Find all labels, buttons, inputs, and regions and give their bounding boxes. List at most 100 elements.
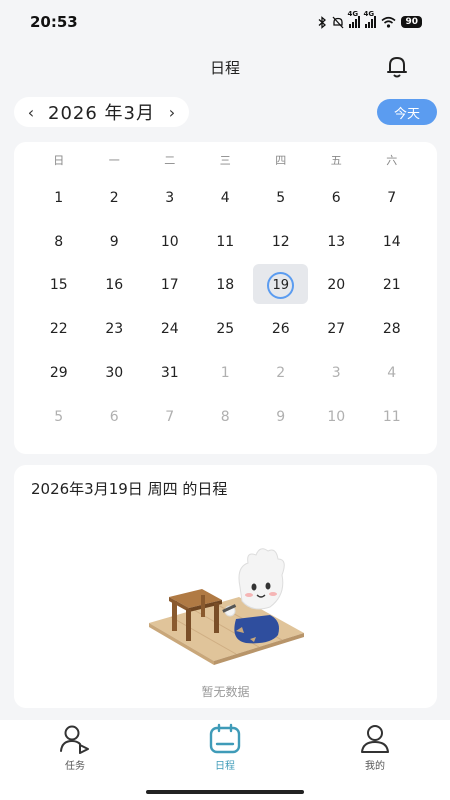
day-number: 6 bbox=[109, 408, 119, 425]
weekday-label: 六 bbox=[386, 154, 398, 167]
app-header: 日程 bbox=[0, 44, 450, 90]
day-number: 10 bbox=[160, 233, 179, 250]
tab-label: 日程 bbox=[215, 761, 235, 772]
today-button[interactable]: 今天 bbox=[377, 99, 437, 125]
calendar-day[interactable]: 9 bbox=[87, 220, 143, 264]
calendar-day[interactable]: 22 bbox=[31, 307, 87, 351]
calendar-day[interactable]: 3 bbox=[142, 176, 198, 220]
signal-icon: 4G bbox=[363, 10, 377, 28]
calendar-day[interactable]: 9 bbox=[253, 395, 309, 439]
day-number: 11 bbox=[216, 233, 235, 250]
calendar-day[interactable]: 2 bbox=[87, 176, 143, 220]
calendar-icon bbox=[209, 723, 241, 754]
calendar-day[interactable]: 25 bbox=[198, 307, 254, 351]
weekday-header: 日 一 二 三 四 五 六 bbox=[31, 152, 420, 168]
profile-icon bbox=[361, 725, 389, 753]
bell-icon[interactable] bbox=[384, 54, 410, 80]
schedule-card: 2026年3月19日 周四 的日程 暂无数据 bbox=[14, 465, 437, 708]
calendar-day[interactable]: 28 bbox=[364, 307, 420, 351]
calendar-day[interactable]: 5 bbox=[31, 395, 87, 439]
tab-mine[interactable]: 我的 bbox=[335, 720, 415, 772]
tab-tasks[interactable]: 任务 bbox=[35, 720, 115, 772]
day-number: 7 bbox=[387, 189, 397, 206]
day-number: 18 bbox=[216, 277, 235, 294]
day-number: 25 bbox=[216, 321, 235, 338]
day-number: 13 bbox=[327, 233, 346, 250]
empty-state-text: 暂无数据 bbox=[201, 685, 250, 699]
day-number: 10 bbox=[327, 408, 346, 425]
calendar-day[interactable]: 11 bbox=[364, 395, 420, 439]
calendar-day[interactable]: 20 bbox=[309, 264, 365, 308]
empty-state-illustration bbox=[149, 548, 304, 665]
calendar-day[interactable]: 5 bbox=[253, 176, 309, 220]
calendar-day[interactable]: 10 bbox=[309, 395, 365, 439]
calendar-day[interactable]: 11 bbox=[198, 220, 254, 264]
day-number: 16 bbox=[105, 277, 124, 294]
calendar-day[interactable]: 29 bbox=[31, 351, 87, 395]
calendar-day[interactable]: 13 bbox=[309, 220, 365, 264]
day-number: 12 bbox=[271, 233, 290, 250]
calendar-day[interactable]: 1 bbox=[31, 176, 87, 220]
calendar-day[interactable]: 4 bbox=[364, 351, 420, 395]
calendar-day[interactable]: 16 bbox=[87, 264, 143, 308]
bottom-tab-bar: 任务 日程 我的 bbox=[0, 720, 450, 800]
day-number: 19 bbox=[267, 271, 295, 299]
calendar-day[interactable]: 18 bbox=[198, 264, 254, 308]
calendar-day[interactable]: 2 bbox=[253, 351, 309, 395]
calendar-day[interactable]: 6 bbox=[309, 176, 365, 220]
user-flag-icon bbox=[60, 725, 89, 754]
day-number: 1 bbox=[220, 365, 230, 382]
calendar-day[interactable]: 7 bbox=[364, 176, 420, 220]
tab-label: 任务 bbox=[65, 761, 85, 772]
battery-icon: 90 bbox=[401, 16, 422, 28]
day-number: 11 bbox=[382, 408, 401, 425]
calendar-day-selected[interactable]: 19 bbox=[253, 263, 309, 308]
calendar-day[interactable]: 6 bbox=[87, 395, 143, 439]
tab-label: 我的 bbox=[365, 761, 385, 772]
calendar-day[interactable]: 7 bbox=[142, 395, 198, 439]
day-number: 22 bbox=[49, 321, 68, 338]
calendar-day[interactable]: 12 bbox=[253, 220, 309, 264]
page-title: 日程 bbox=[209, 58, 240, 77]
day-number: 24 bbox=[160, 321, 179, 338]
calendar-day[interactable]: 4 bbox=[198, 176, 254, 220]
calendar-day[interactable]: 8 bbox=[31, 220, 87, 264]
day-number: 2 bbox=[109, 189, 119, 206]
weekday-label: 二 bbox=[164, 154, 176, 167]
mute-bell-icon bbox=[332, 16, 344, 28]
prev-month-button[interactable]: ‹ bbox=[24, 103, 38, 122]
day-number: 8 bbox=[54, 233, 64, 250]
calendar-card: 日 一 二 三 四 五 六 1 2 3 4 5 6 7 8 9 10 11 12 13 14 15 16 17 1… bbox=[14, 142, 437, 454]
day-number: 9 bbox=[276, 408, 286, 425]
calendar-day[interactable]: 8 bbox=[198, 395, 254, 439]
calendar-day[interactable]: 24 bbox=[142, 307, 198, 351]
calendar-day[interactable]: 30 bbox=[87, 351, 143, 395]
calendar-day[interactable]: 15 bbox=[31, 264, 87, 308]
day-number: 3 bbox=[331, 365, 341, 382]
next-month-button[interactable]: › bbox=[165, 103, 179, 122]
day-number: 5 bbox=[276, 189, 286, 206]
calendar-day[interactable]: 10 bbox=[142, 220, 198, 264]
calendar-day[interactable]: 31 bbox=[142, 351, 198, 395]
calendar-day[interactable]: 1 bbox=[198, 351, 254, 395]
calendar-day[interactable]: 17 bbox=[142, 264, 198, 308]
calendar-day[interactable]: 23 bbox=[87, 307, 143, 351]
status-time: 20:53 bbox=[30, 13, 78, 31]
day-number: 17 bbox=[160, 277, 179, 294]
weekday-label: 三 bbox=[219, 154, 231, 167]
wifi-icon bbox=[381, 16, 396, 28]
day-number: 4 bbox=[220, 189, 230, 206]
status-bar: 20:53 4G 4G 90 bbox=[0, 0, 450, 44]
calendar-day[interactable]: 21 bbox=[364, 264, 420, 308]
calendar-day[interactable]: 14 bbox=[364, 220, 420, 264]
tab-schedule[interactable]: 日程 bbox=[185, 720, 265, 772]
calendar-day[interactable]: 27 bbox=[309, 307, 365, 351]
calendar-day[interactable]: 26 bbox=[253, 307, 309, 351]
day-number: 5 bbox=[54, 408, 64, 425]
day-number: 21 bbox=[382, 277, 401, 294]
weekday-label: 五 bbox=[330, 154, 342, 167]
calendar-day[interactable]: 3 bbox=[309, 351, 365, 395]
bluetooth-icon bbox=[319, 15, 327, 29]
status-icons: 4G 4G 90 bbox=[318, 10, 422, 29]
month-navigator: ‹ 2026 年3月 › bbox=[14, 97, 189, 127]
